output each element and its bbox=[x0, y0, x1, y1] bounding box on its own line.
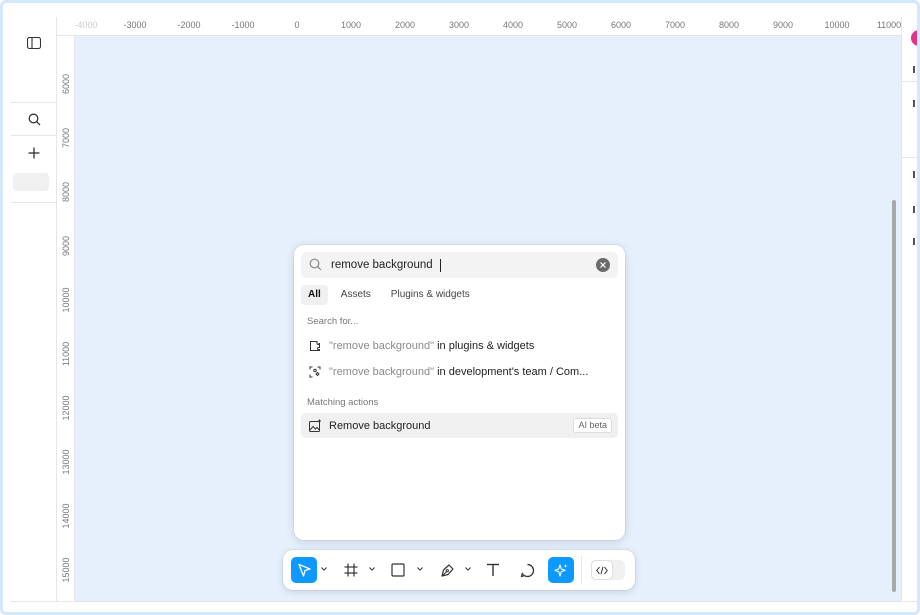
text-icon bbox=[487, 563, 499, 576]
plugin-icon bbox=[301, 340, 329, 352]
scope-text: in development's team / Com... bbox=[434, 365, 589, 378]
vertical-scrollbar[interactable] bbox=[892, 200, 896, 592]
ruler-tick: -4000 bbox=[74, 20, 98, 30]
ruler-tick: 11000 bbox=[61, 341, 71, 367]
panel-mark bbox=[913, 100, 915, 107]
bottom-toolbar bbox=[283, 550, 635, 590]
ruler-tick: 11000 bbox=[876, 20, 901, 30]
component-search-icon bbox=[301, 366, 329, 378]
query-text: "remove background" bbox=[329, 365, 435, 378]
panel-divider bbox=[11, 202, 57, 203]
search-for-item[interactable]: "remove background" in plugins & widgets bbox=[301, 333, 618, 358]
ruler-tick: 6000 bbox=[61, 73, 71, 95]
left-panel bbox=[11, 17, 57, 601]
ruler-tick: 5000 bbox=[556, 20, 578, 30]
panel-toggle-icon[interactable] bbox=[24, 33, 44, 53]
frame-tool-button[interactable] bbox=[339, 557, 363, 583]
ruler-tick: -3000 bbox=[123, 20, 147, 30]
chevron-down-icon[interactable] bbox=[321, 567, 327, 571]
ruler-tick: 8000 bbox=[718, 20, 740, 30]
search-for-label: Search for... bbox=[307, 316, 359, 327]
ruler-tick: 7000 bbox=[664, 20, 686, 30]
frame-icon bbox=[344, 563, 358, 577]
dev-mode-toggle[interactable] bbox=[591, 560, 625, 580]
right-panel bbox=[901, 17, 917, 601]
ruler-tick: -1000 bbox=[231, 20, 255, 30]
ruler-tick: 9000 bbox=[61, 235, 71, 257]
panel-divider bbox=[902, 81, 917, 82]
ruler-tick: 4000 bbox=[502, 20, 524, 30]
ruler-top: -4000 -3000 -2000 -1000 0 1000 2000 3000… bbox=[57, 17, 901, 36]
scope-text: in plugins & widgets bbox=[434, 339, 535, 352]
image-ai-icon bbox=[301, 419, 329, 432]
panel-divider bbox=[11, 102, 57, 103]
chevron-down-icon[interactable] bbox=[417, 567, 423, 571]
panel-mark bbox=[913, 66, 915, 73]
ruler-tick: 10000 bbox=[61, 287, 71, 313]
ruler-tick: 7000 bbox=[61, 127, 71, 149]
panel-mark bbox=[913, 206, 915, 213]
plus-icon[interactable] bbox=[24, 143, 44, 163]
ai-beta-badge: AI beta bbox=[573, 418, 612, 433]
cursor-icon bbox=[297, 563, 311, 577]
toolbar-divider bbox=[581, 556, 582, 584]
panel-divider bbox=[902, 157, 917, 158]
comment-tool-button[interactable] bbox=[515, 557, 539, 583]
app-window: -4000 -3000 -2000 -1000 0 1000 2000 3000… bbox=[0, 0, 920, 615]
page-item[interactable] bbox=[13, 173, 49, 191]
ruler-tick: 0 bbox=[294, 20, 300, 30]
search-for-item[interactable]: "remove background" in development's tea… bbox=[301, 359, 618, 384]
text-tool-button[interactable] bbox=[481, 557, 505, 583]
search-tabs: All Assets Plugins & widgets bbox=[301, 285, 483, 305]
ruler-tick: 3000 bbox=[448, 20, 470, 30]
rectangle-icon bbox=[391, 563, 405, 577]
clear-search-button[interactable] bbox=[596, 258, 610, 272]
bottom-strip bbox=[11, 601, 917, 612]
code-icon bbox=[592, 561, 612, 579]
action-label: Remove background bbox=[329, 419, 431, 432]
ruler-tick: 14000 bbox=[61, 503, 71, 529]
pen-tool-button[interactable] bbox=[435, 557, 459, 583]
search-icon bbox=[309, 258, 322, 276]
sparkle-icon bbox=[553, 563, 567, 577]
action-item[interactable]: Remove background AI beta bbox=[301, 413, 618, 438]
tab-assets[interactable]: Assets bbox=[334, 285, 378, 305]
chevron-down-icon[interactable] bbox=[465, 567, 471, 571]
ruler-tick: 2000 bbox=[394, 20, 416, 30]
close-icon bbox=[600, 262, 606, 268]
ruler-tick: 12000 bbox=[61, 395, 71, 421]
tab-plugins-widgets[interactable]: Plugins & widgets bbox=[384, 285, 477, 305]
chevron-down-icon[interactable] bbox=[369, 567, 375, 571]
ruler-tick: 1000 bbox=[340, 20, 362, 30]
ruler-tick: -2000 bbox=[177, 20, 201, 30]
matching-actions-label: Matching actions bbox=[307, 397, 379, 408]
ruler-tick: 15000 bbox=[61, 557, 71, 583]
ruler-left: 6000 7000 8000 9000 10000 11000 12000 13… bbox=[57, 36, 75, 601]
ruler-tick: 13000 bbox=[61, 449, 71, 475]
ruler-tick: 8000 bbox=[61, 181, 71, 203]
pen-icon bbox=[440, 563, 454, 577]
ruler-tick: 10000 bbox=[824, 20, 850, 30]
ruler-tick: 9000 bbox=[772, 20, 794, 30]
avatar[interactable] bbox=[911, 30, 917, 46]
panel-divider bbox=[11, 135, 57, 136]
text-caret bbox=[440, 259, 441, 272]
quick-actions-panel: All Assets Plugins & widgets Search for.… bbox=[294, 245, 625, 540]
panel-mark bbox=[913, 171, 915, 178]
comment-icon bbox=[520, 563, 534, 577]
ruler-tick: 6000 bbox=[610, 20, 632, 30]
query-text: "remove background" bbox=[329, 339, 435, 352]
search-input[interactable] bbox=[331, 256, 591, 274]
rectangle-tool-button[interactable] bbox=[386, 557, 410, 583]
panel-mark bbox=[913, 238, 915, 245]
tab-all[interactable]: All bbox=[301, 285, 328, 305]
search-box[interactable] bbox=[301, 252, 618, 278]
search-icon[interactable] bbox=[24, 109, 44, 129]
actions-tool-button[interactable] bbox=[548, 557, 574, 583]
move-tool-button[interactable] bbox=[291, 557, 317, 583]
